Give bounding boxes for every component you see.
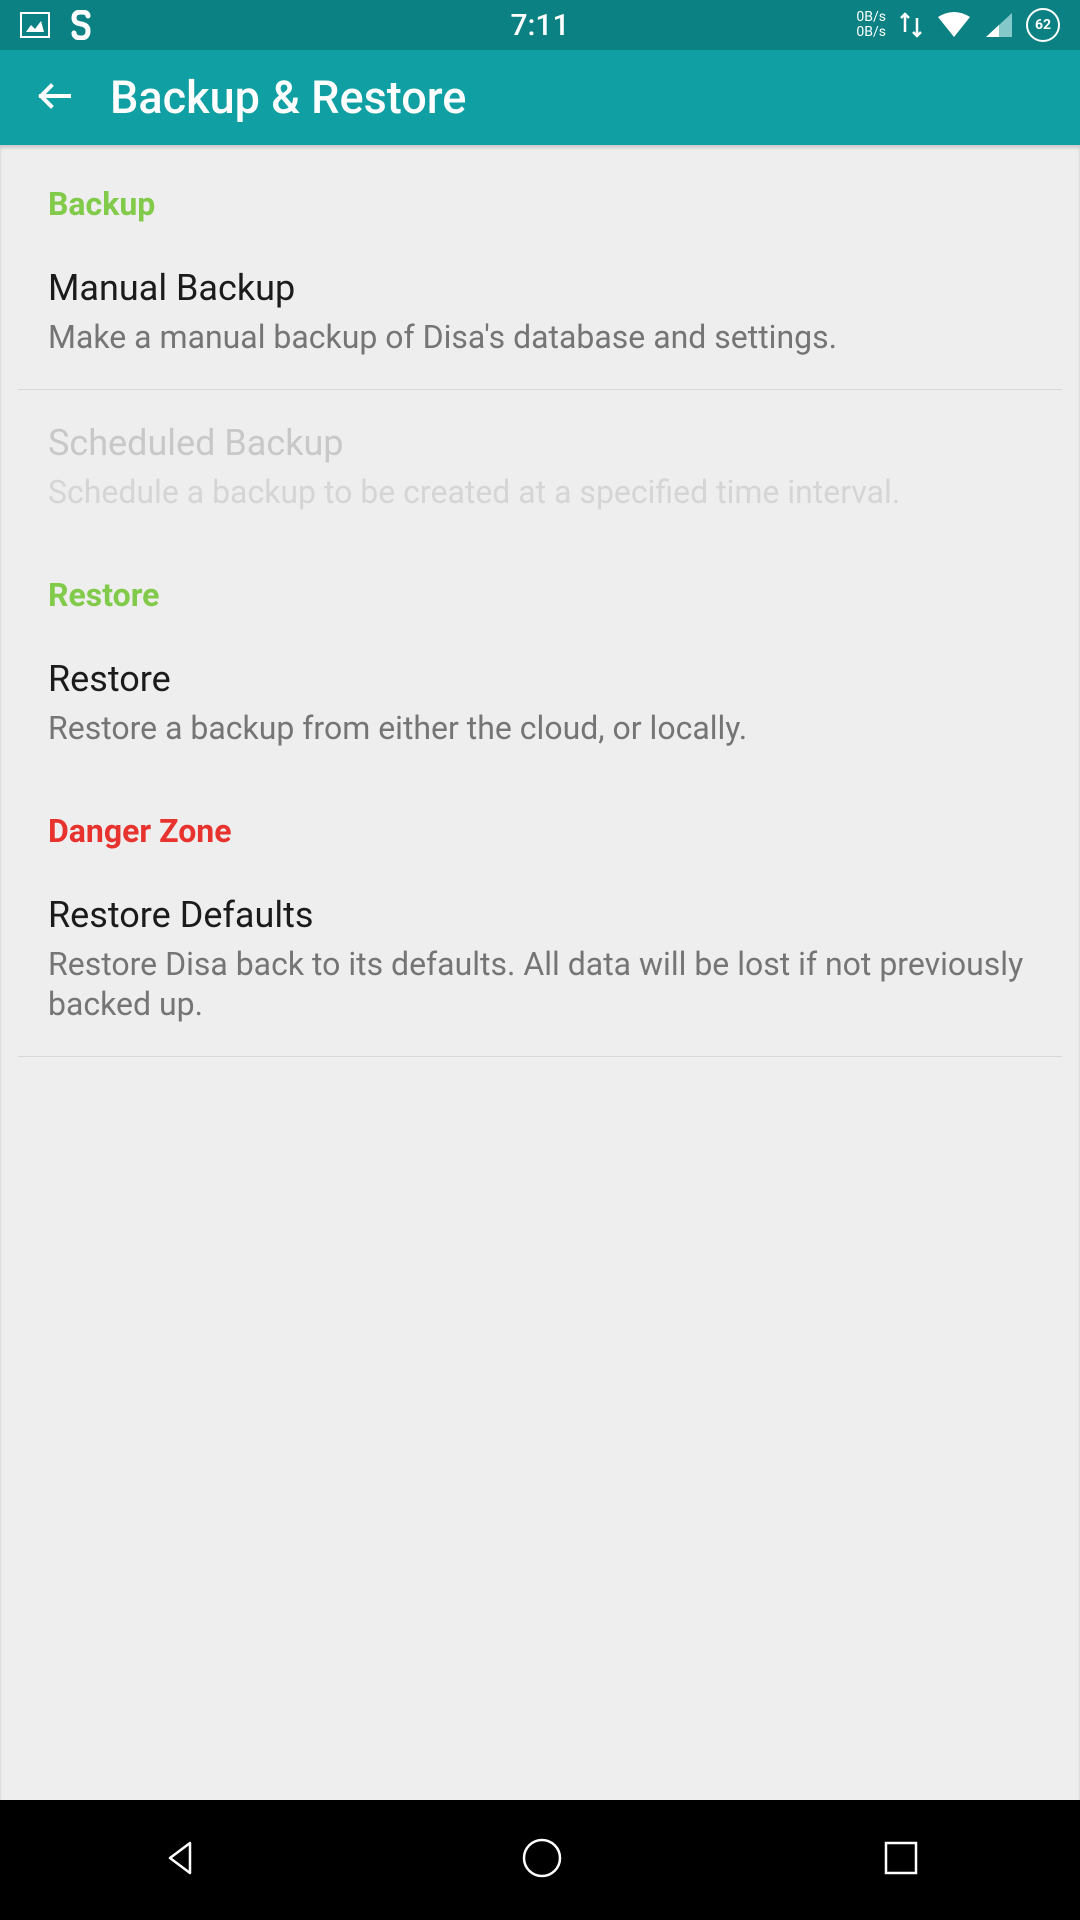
battery-indicator: 62 [1026,8,1060,42]
section-header-backup: Backup [48,145,1032,251]
status-bar: 7:11 0B/s 0B/s 62 [0,0,1080,50]
status-left-icons [20,10,96,40]
divider [18,389,1062,390]
setting-restore[interactable]: Restore Restore a backup from either the… [48,642,1032,772]
status-time: 7:11 [510,8,569,43]
signal-icon [984,11,1014,39]
setting-manual-backup[interactable]: Manual Backup Make a manual backup of Di… [48,251,1032,381]
network-arrows-icon [898,10,924,40]
section-header-danger: Danger Zone [48,772,1032,878]
page-title: Backup & Restore [110,71,466,124]
setting-scheduled-backup: Scheduled Backup Schedule a backup to be… [48,406,1032,536]
navigation-bar [0,1800,1080,1920]
image-icon [20,12,50,38]
setting-desc: Restore a backup from either the cloud, … [48,708,1032,748]
divider [18,1056,1062,1057]
nav-back-button[interactable] [158,1835,204,1885]
setting-title: Manual Backup [48,267,1032,317]
setting-desc: Schedule a backup to be created at a spe… [48,472,1032,512]
setting-restore-defaults[interactable]: Restore Defaults Restore Disa back to it… [48,878,1032,1048]
app-bar: Backup & Restore [0,50,1080,145]
section-header-restore: Restore [48,536,1032,642]
setting-title: Restore Defaults [48,894,1032,944]
setting-title: Scheduled Backup [48,422,1032,472]
app-s-icon [66,10,96,40]
status-right-icons: 0B/s 0B/s 62 [856,8,1060,42]
nav-home-button[interactable] [519,1835,565,1885]
settings-content: Backup Manual Backup Make a manual backu… [0,145,1080,1800]
setting-desc: Restore Disa back to its defaults. All d… [48,944,1032,1024]
setting-title: Restore [48,658,1032,708]
network-speed: 0B/s 0B/s [856,10,886,41]
wifi-icon [936,11,972,39]
back-button[interactable] [35,76,75,120]
nav-recent-button[interactable] [880,1837,922,1883]
setting-desc: Make a manual backup of Disa's database … [48,317,1032,357]
